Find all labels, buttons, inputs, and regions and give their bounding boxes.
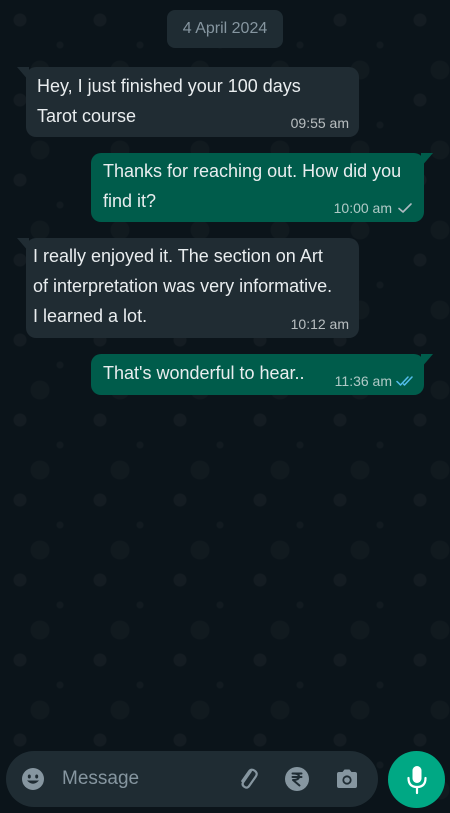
- message-meta: 09:55 am: [291, 115, 349, 131]
- message-composer[interactable]: Message: [6, 751, 378, 807]
- chat-screen: 4 April 2024 Hey, I just finished your 1…: [0, 0, 450, 813]
- message-time: 09:55 am: [290, 115, 349, 131]
- message-incoming[interactable]: Hey, I just finished your 100 days Tarot…: [17, 67, 359, 137]
- date-separator: 4 April 2024: [167, 10, 283, 48]
- message-meta: 11:36 am: [335, 373, 414, 389]
- bubble-tail: [17, 67, 29, 81]
- paperclip-icon[interactable]: [235, 766, 261, 792]
- message-outgoing[interactable]: That's wonderful to hear.. 11:36 am: [91, 354, 433, 395]
- message-meta: 10:12 am: [291, 316, 349, 332]
- message-time: 10:00 am: [333, 200, 392, 216]
- message-outgoing[interactable]: Thanks for reaching out. How did you fin…: [91, 153, 433, 222]
- message-text: That's wonderful to hear..: [103, 363, 305, 383]
- double-check-icon: [396, 376, 413, 386]
- message-time: 10:12 am: [290, 316, 349, 332]
- message-time: 11:36 am: [334, 373, 392, 389]
- message-input[interactable]: Message: [62, 768, 139, 790]
- camera-icon[interactable]: [334, 767, 360, 791]
- bubble-tail: [421, 153, 433, 167]
- mic-button[interactable]: [388, 751, 445, 808]
- bubble-tail: [421, 354, 433, 368]
- message-meta: 10:00 am: [334, 200, 414, 216]
- microphone-icon: [406, 765, 427, 794]
- emoji-icon[interactable]: [21, 767, 45, 791]
- single-check-icon: [398, 203, 412, 213]
- message-incoming[interactable]: I really enjoyed it. The section on Art …: [17, 238, 359, 338]
- rupee-icon[interactable]: [284, 766, 310, 792]
- bubble-tail: [17, 238, 29, 252]
